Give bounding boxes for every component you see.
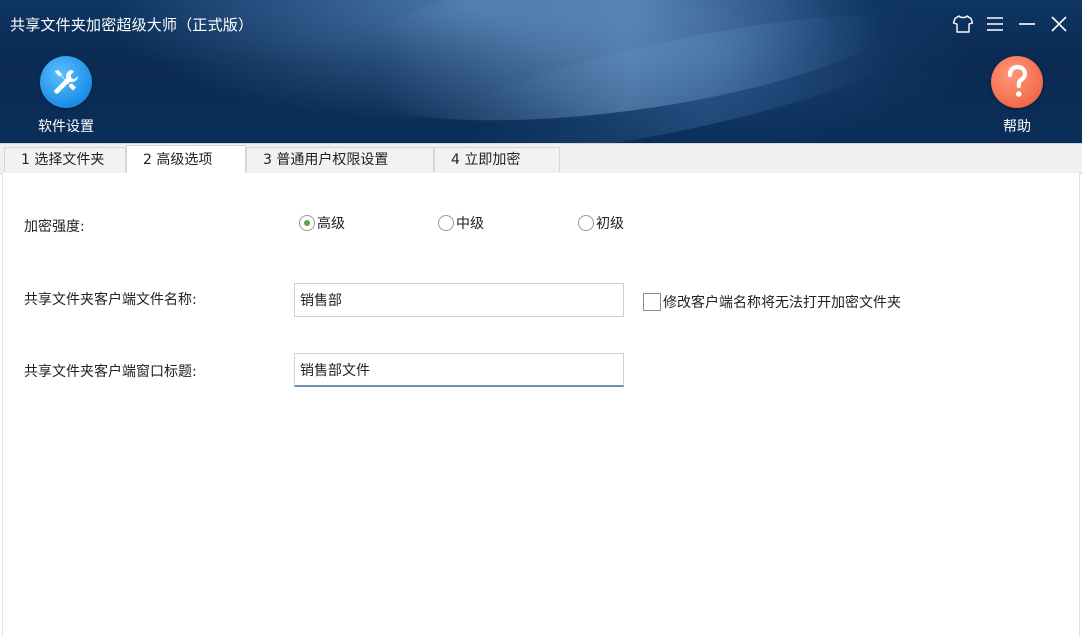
strength-radio-high-label: 高级 xyxy=(317,216,345,232)
tab-advanced-options[interactable]: 2 高级选项 xyxy=(126,145,246,174)
settings-button[interactable]: 软件设置 xyxy=(26,56,106,136)
strength-radio-medium-label: 中级 xyxy=(456,216,484,232)
settings-label: 软件设置 xyxy=(38,119,94,135)
app-window: 共享文件夹加密超级大师（正式版） 软件设置 帮助 1 选择文件夹 2 高级选项 … xyxy=(0,0,1082,637)
strength-radio-medium[interactable]: 中级 xyxy=(438,213,484,233)
help-button[interactable]: 帮助 xyxy=(977,56,1057,136)
checkbox-unchecked-icon xyxy=(643,293,661,311)
encryption-strength-label: 加密强度: xyxy=(24,219,85,235)
rename-warning-label: 修改客户端名称将无法打开加密文件夹 xyxy=(663,295,901,311)
client-filename-input[interactable] xyxy=(294,283,624,317)
close-icon[interactable] xyxy=(1048,10,1070,38)
strength-radio-high[interactable]: 高级 xyxy=(299,213,345,233)
tab-bar: 1 选择文件夹 2 高级选项 3 普通用户权限设置 4 立即加密 xyxy=(0,143,1082,174)
skin-icon[interactable] xyxy=(952,10,974,38)
strength-radio-low-label: 初级 xyxy=(596,216,624,232)
help-label: 帮助 xyxy=(1003,119,1031,135)
header: 共享文件夹加密超级大师（正式版） 软件设置 帮助 xyxy=(0,0,1082,143)
tab-select-folder[interactable]: 1 选择文件夹 xyxy=(4,147,126,172)
radio-checked-icon xyxy=(299,215,315,231)
radio-unchecked-icon xyxy=(438,215,454,231)
strength-radio-low[interactable]: 初级 xyxy=(578,213,624,233)
minimize-icon[interactable] xyxy=(1016,10,1038,38)
tools-icon xyxy=(40,56,92,108)
window-title: 共享文件夹加密超级大师（正式版） xyxy=(10,16,254,34)
help-icon xyxy=(991,56,1043,108)
menu-icon[interactable] xyxy=(984,10,1006,38)
client-window-title-label: 共享文件夹客户端窗口标题: xyxy=(24,364,197,380)
window-controls xyxy=(952,10,1070,38)
rename-warning-checkbox[interactable]: 修改客户端名称将无法打开加密文件夹 xyxy=(643,292,901,312)
tab-user-permissions[interactable]: 3 普通用户权限设置 xyxy=(246,147,434,172)
advanced-options-panel: 加密强度: 高级 中级 初级 共享文件夹客户端文件名称: 修改客户端名称将无法打… xyxy=(2,173,1080,637)
tab-encrypt-now[interactable]: 4 立即加密 xyxy=(434,147,560,172)
radio-unchecked-icon xyxy=(578,215,594,231)
client-window-title-input[interactable] xyxy=(294,353,624,387)
client-filename-label: 共享文件夹客户端文件名称: xyxy=(24,292,197,308)
